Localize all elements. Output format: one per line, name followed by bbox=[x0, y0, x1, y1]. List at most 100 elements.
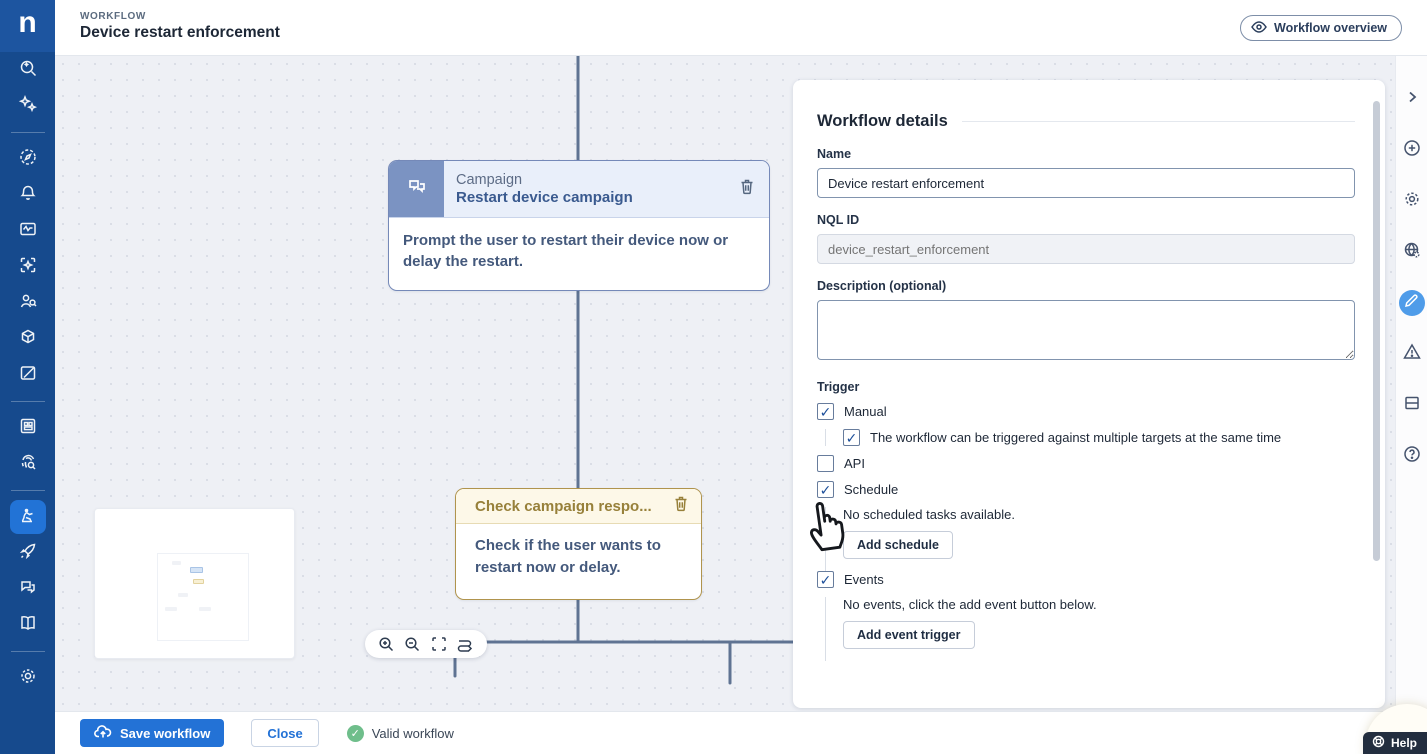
cloud-upload-icon bbox=[94, 725, 112, 742]
events-checkbox[interactable]: ✓ bbox=[817, 571, 834, 588]
multi-target-row: ✓ The workflow can be triggered against … bbox=[843, 429, 1355, 446]
panel-title: Workflow details bbox=[817, 112, 948, 131]
chevron-right-icon bbox=[1406, 90, 1418, 108]
api-checkbox[interactable]: ✓ bbox=[817, 455, 834, 472]
edit-details-button[interactable] bbox=[1399, 290, 1425, 316]
help-panel-button[interactable] bbox=[1399, 443, 1425, 469]
eye-icon bbox=[1251, 21, 1267, 36]
schedule-empty-text: No scheduled tasks available. bbox=[843, 507, 1355, 522]
sidebar-item-knowledge-base[interactable] bbox=[10, 608, 46, 642]
auto-layout-button[interactable] bbox=[456, 634, 476, 654]
add-node-button[interactable] bbox=[1399, 137, 1425, 163]
title-rule bbox=[962, 121, 1355, 122]
schedule-checkbox[interactable]: ✓ bbox=[817, 481, 834, 498]
node-description: Check if the user wants to restart now o… bbox=[456, 524, 701, 579]
canvas-zoom-toolbar bbox=[365, 630, 487, 658]
manual-sub-guide: ✓ The workflow can be triggered against … bbox=[825, 429, 1355, 446]
sidebar-item-apps-grid[interactable] bbox=[10, 411, 46, 445]
sidebar-item-search[interactable] bbox=[10, 53, 46, 87]
trigger-events-row: ✓ Events bbox=[817, 571, 1355, 588]
trigger-api-row: ✓ API bbox=[817, 455, 1355, 472]
user-search-icon bbox=[18, 291, 38, 316]
chat-bubbles-icon bbox=[18, 577, 38, 602]
collapse-panel-button[interactable] bbox=[1399, 86, 1425, 112]
chat-bubbles-icon bbox=[405, 175, 429, 204]
node-type-label: Campaign bbox=[456, 172, 737, 188]
minimap-node bbox=[178, 593, 188, 597]
zoom-in-button[interactable] bbox=[376, 634, 396, 654]
node-description: Prompt the user to restart their device … bbox=[389, 218, 769, 285]
help-button[interactable]: Help bbox=[1363, 732, 1427, 754]
sidebar-item-dashboard[interactable] bbox=[10, 142, 46, 176]
description-textarea[interactable] bbox=[817, 300, 1355, 360]
sidebar-item-getting-started[interactable] bbox=[10, 536, 46, 570]
bottom-action-bar: Save workflow Close ✓ Valid workflow bbox=[55, 711, 1427, 754]
node-campaign[interactable]: Campaign Restart device campaign Prompt … bbox=[388, 160, 770, 291]
save-workflow-button[interactable]: Save workflow bbox=[80, 719, 224, 747]
canvas-minimap[interactable] bbox=[94, 508, 295, 659]
sidebar-item-notifications[interactable] bbox=[10, 178, 46, 212]
add-schedule-button[interactable]: Add schedule bbox=[843, 531, 953, 559]
rocket-icon bbox=[18, 541, 38, 566]
add-event-trigger-button[interactable]: Add event trigger bbox=[843, 621, 975, 649]
trigger-label: Trigger bbox=[817, 380, 1355, 394]
nql-id-label: NQL ID bbox=[817, 213, 1355, 227]
sidebar-item-remote-scan[interactable] bbox=[10, 250, 46, 284]
workflow-settings-button[interactable] bbox=[1399, 188, 1425, 214]
validation-status: ✓ Valid workflow bbox=[347, 725, 454, 742]
page-title: Device restart enforcement bbox=[80, 24, 280, 42]
top-header: WORKFLOW Device restart enforcement Work… bbox=[55, 0, 1427, 56]
life-ring-icon bbox=[1372, 735, 1385, 751]
sidebar-item-audit-search[interactable] bbox=[10, 447, 46, 481]
sidebar-item-chat[interactable] bbox=[10, 572, 46, 606]
sidebar-item-workflows[interactable] bbox=[10, 500, 46, 534]
campaign-node-iconbox bbox=[389, 161, 444, 217]
schedule-sub-guide: No scheduled tasks available. Add schedu… bbox=[825, 507, 1355, 571]
delete-node-button[interactable] bbox=[737, 178, 757, 200]
grid-icon bbox=[18, 416, 38, 441]
close-button[interactable]: Close bbox=[251, 719, 318, 747]
trigger-manual-row: ✓ Manual bbox=[817, 403, 1355, 420]
zoom-out-button[interactable] bbox=[403, 634, 423, 654]
name-input[interactable] bbox=[817, 168, 1355, 198]
breadcrumb-eyebrow: WORKFLOW bbox=[80, 11, 146, 22]
note-edit-icon bbox=[18, 363, 38, 388]
search-icon bbox=[18, 58, 38, 83]
sparkles-icon bbox=[18, 94, 38, 119]
book-icon bbox=[18, 613, 38, 638]
manual-checkbox[interactable]: ✓ bbox=[817, 403, 834, 420]
sidebar-item-user-directory[interactable] bbox=[10, 286, 46, 320]
global-settings-button[interactable] bbox=[1399, 239, 1425, 265]
compass-icon bbox=[18, 147, 38, 172]
minimap-node bbox=[165, 607, 177, 611]
sidebar-item-settings[interactable] bbox=[10, 661, 46, 695]
minimap-viewport bbox=[157, 553, 249, 641]
trigger-schedule-row: ✓ Schedule bbox=[817, 481, 1355, 498]
layout-panels-button[interactable] bbox=[1399, 392, 1425, 418]
node-check-campaign-response[interactable]: Check campaign respo... Check if the use… bbox=[455, 488, 702, 600]
validation-warnings-button[interactable] bbox=[1399, 341, 1425, 367]
sidebar-divider bbox=[11, 401, 45, 402]
sidebar-item-sparkles[interactable] bbox=[10, 89, 46, 123]
fingerprint-search-icon bbox=[18, 452, 38, 477]
workflow-overview-button[interactable]: Workflow overview bbox=[1240, 15, 1402, 41]
fit-view-button[interactable] bbox=[429, 634, 449, 654]
workflow-details-panel: Workflow details Name NQL ID Description… bbox=[793, 80, 1385, 708]
multi-target-checkbox[interactable]: ✓ bbox=[843, 429, 860, 446]
right-tool-strip bbox=[1395, 56, 1427, 711]
workflow-icon bbox=[18, 505, 38, 530]
trash-icon bbox=[673, 495, 689, 517]
sidebar-divider bbox=[11, 132, 45, 133]
question-circle-icon bbox=[1403, 445, 1421, 468]
sidebar-item-monitoring[interactable] bbox=[10, 214, 46, 248]
delete-node-button[interactable] bbox=[671, 495, 691, 517]
ninja-logo[interactable]: n bbox=[0, 0, 55, 52]
globe-gear-icon bbox=[1403, 241, 1421, 264]
panel-scrollbar[interactable] bbox=[1373, 101, 1380, 561]
sidebar-item-notes-edit[interactable] bbox=[10, 358, 46, 392]
node-title: Restart device campaign bbox=[456, 189, 737, 206]
pencil-icon bbox=[1404, 293, 1419, 313]
warning-triangle-icon bbox=[1403, 343, 1421, 365]
left-sidebar: n bbox=[0, 0, 55, 754]
sidebar-item-packages[interactable] bbox=[10, 322, 46, 356]
